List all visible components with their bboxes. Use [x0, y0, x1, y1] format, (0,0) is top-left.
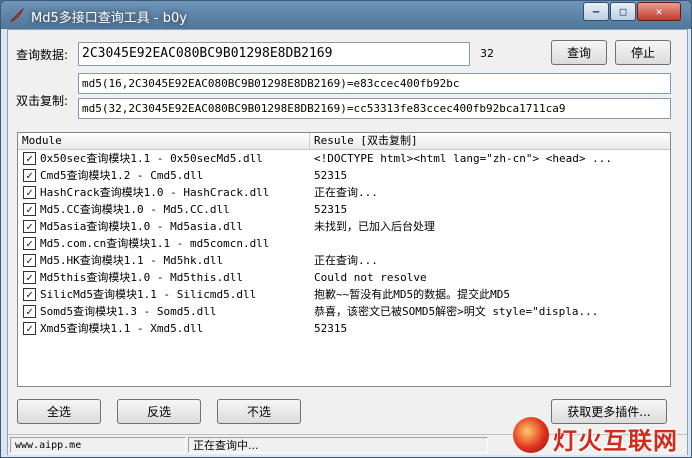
table-row[interactable]: ✓ Md5this查询模块1.0 - Md5this.dll Could not…: [18, 269, 670, 286]
close-button[interactable]: ✕: [637, 2, 681, 21]
module-name: Somd5查询模块1.3 - Somd5.dll: [40, 305, 217, 318]
table-row[interactable]: ✓ 0x50sec查询模块1.1 - 0x50secMd5.dll <!DOCT…: [18, 150, 670, 167]
search-button[interactable]: 查询: [551, 40, 607, 65]
row-checkbox[interactable]: ✓: [23, 186, 36, 199]
module-list[interactable]: Module Resule [双击复制] ✓ 0x50sec查询模块1.1 - …: [17, 132, 671, 387]
module-name: Md5.com.cn查询模块1.1 - md5comcn.dll: [40, 237, 270, 250]
module-name: Xmd5查询模块1.1 - Xmd5.dll: [40, 322, 204, 335]
module-name: 0x50sec查询模块1.1 - 0x50secMd5.dll: [40, 152, 263, 165]
md5-16-result-field[interactable]: md5(16,2C3045E92EAC080BC9B01298E8DB2169)…: [78, 73, 671, 94]
module-name: Md5.CC查询模块1.0 - Md5.CC.dll: [40, 203, 230, 216]
module-name: Md5asia查询模块1.0 - Md5asia.dll: [40, 220, 243, 233]
module-result: <!DOCTYPE html><html lang="zh-cn"> <head…: [314, 152, 613, 165]
copy-label: 双击复制:: [16, 94, 69, 108]
module-name: Md5.HK查询模块1.1 - Md5hk.dll: [40, 254, 224, 267]
table-row[interactable]: ✓ SilicMd5查询模块1.1 - Silicmd5.dll 抱歉~~暂没有…: [18, 286, 670, 303]
module-result: 未找到，已加入后台处理: [314, 220, 435, 233]
list-header: Module Resule [双击复制]: [18, 133, 670, 150]
table-row[interactable]: ✓ Md5.CC查询模块1.0 - Md5.CC.dll 52315: [18, 201, 670, 218]
module-result: [314, 235, 666, 252]
table-row[interactable]: ✓ Md5.HK查询模块1.1 - Md5hk.dll 正在查询...: [18, 252, 670, 269]
module-result: 52315: [314, 169, 348, 182]
title-bar[interactable]: Md5多接口查询工具 - b0y – □ ✕: [1, 1, 691, 29]
status-message: 正在查询中...: [188, 437, 488, 453]
close-icon: ✕: [655, 5, 663, 18]
row-checkbox[interactable]: ✓: [23, 203, 36, 216]
window-title: Md5多接口查询工具 - b0y: [31, 11, 187, 26]
module-result: Could not resolve: [314, 271, 427, 284]
table-row[interactable]: ✓ Md5asia查询模块1.0 - Md5asia.dll 未找到，已加入后台…: [18, 218, 670, 235]
md5-32-result-field[interactable]: md5(32,2C3045E92EAC080BC9B01298E8DB2169)…: [78, 98, 671, 119]
select-none-button[interactable]: 不选: [217, 399, 301, 424]
module-name: SilicMd5查询模块1.1 - Silicmd5.dll: [40, 288, 257, 301]
invert-selection-button[interactable]: 反选: [117, 399, 201, 424]
minimize-icon: –: [592, 5, 600, 18]
table-row[interactable]: ✓ HashCrack查询模块1.0 - HashCrack.dll 正在查询.…: [18, 184, 670, 201]
module-result: 52315: [314, 322, 348, 335]
maximize-icon: □: [619, 5, 627, 18]
query-length: 32: [480, 47, 494, 60]
maximize-button[interactable]: □: [610, 2, 636, 21]
watermark-logo: 灯火互联网: [513, 415, 691, 457]
module-name: Cmd5查询模块1.2 - Cmd5.dll: [40, 169, 204, 182]
row-checkbox[interactable]: ✓: [23, 305, 36, 318]
module-result: 正在查询...: [314, 254, 378, 267]
row-checkbox[interactable]: ✓: [23, 237, 36, 250]
row-checkbox[interactable]: ✓: [23, 322, 36, 335]
select-all-button[interactable]: 全选: [17, 399, 101, 424]
module-name: Md5this查询模块1.0 - Md5this.dll: [40, 271, 243, 284]
module-result: 52315: [314, 203, 348, 216]
client-area: 查询数据: 2C3045E92EAC080BC9B01298E8DB2169 3…: [7, 29, 688, 455]
query-input[interactable]: 2C3045E92EAC080BC9B01298E8DB2169: [78, 42, 470, 66]
query-label: 查询数据:: [16, 48, 69, 62]
column-header-result[interactable]: Resule [双击复制]: [310, 133, 670, 149]
app-feather-icon: [10, 7, 24, 22]
stop-button[interactable]: 停止: [615, 40, 671, 65]
table-row[interactable]: ✓ Cmd5查询模块1.2 - Cmd5.dll 52315: [18, 167, 670, 184]
module-name: HashCrack查询模块1.0 - HashCrack.dll: [40, 186, 270, 199]
row-checkbox[interactable]: ✓: [23, 288, 36, 301]
row-checkbox[interactable]: ✓: [23, 254, 36, 267]
module-result: 抱歉~~暂没有此MD5的数据。提交此MD5: [314, 288, 510, 301]
row-checkbox[interactable]: ✓: [23, 169, 36, 182]
row-checkbox[interactable]: ✓: [23, 220, 36, 233]
table-row[interactable]: ✓ Xmd5查询模块1.1 - Xmd5.dll 52315: [18, 320, 670, 337]
status-site: www.aipp.me: [10, 437, 186, 453]
module-result: 正在查询...: [314, 186, 378, 199]
watermark-text: 灯火互联网: [553, 427, 678, 455]
column-header-module[interactable]: Module: [18, 133, 310, 149]
module-result: 恭喜，该密文已被SOMD5解密>明文 style="displa...: [314, 305, 599, 318]
row-checkbox[interactable]: ✓: [23, 152, 36, 165]
flame-logo-icon: [513, 417, 549, 453]
table-row[interactable]: ✓ Somd5查询模块1.3 - Somd5.dll 恭喜，该密文已被SOMD5…: [18, 303, 670, 320]
minimize-button[interactable]: –: [583, 2, 609, 21]
table-row[interactable]: ✓ Md5.com.cn查询模块1.1 - md5comcn.dll: [18, 235, 670, 252]
app-window: Md5多接口查询工具 - b0y – □ ✕ 查询数据: 2C3045E92EA…: [0, 0, 692, 458]
row-checkbox[interactable]: ✓: [23, 271, 36, 284]
